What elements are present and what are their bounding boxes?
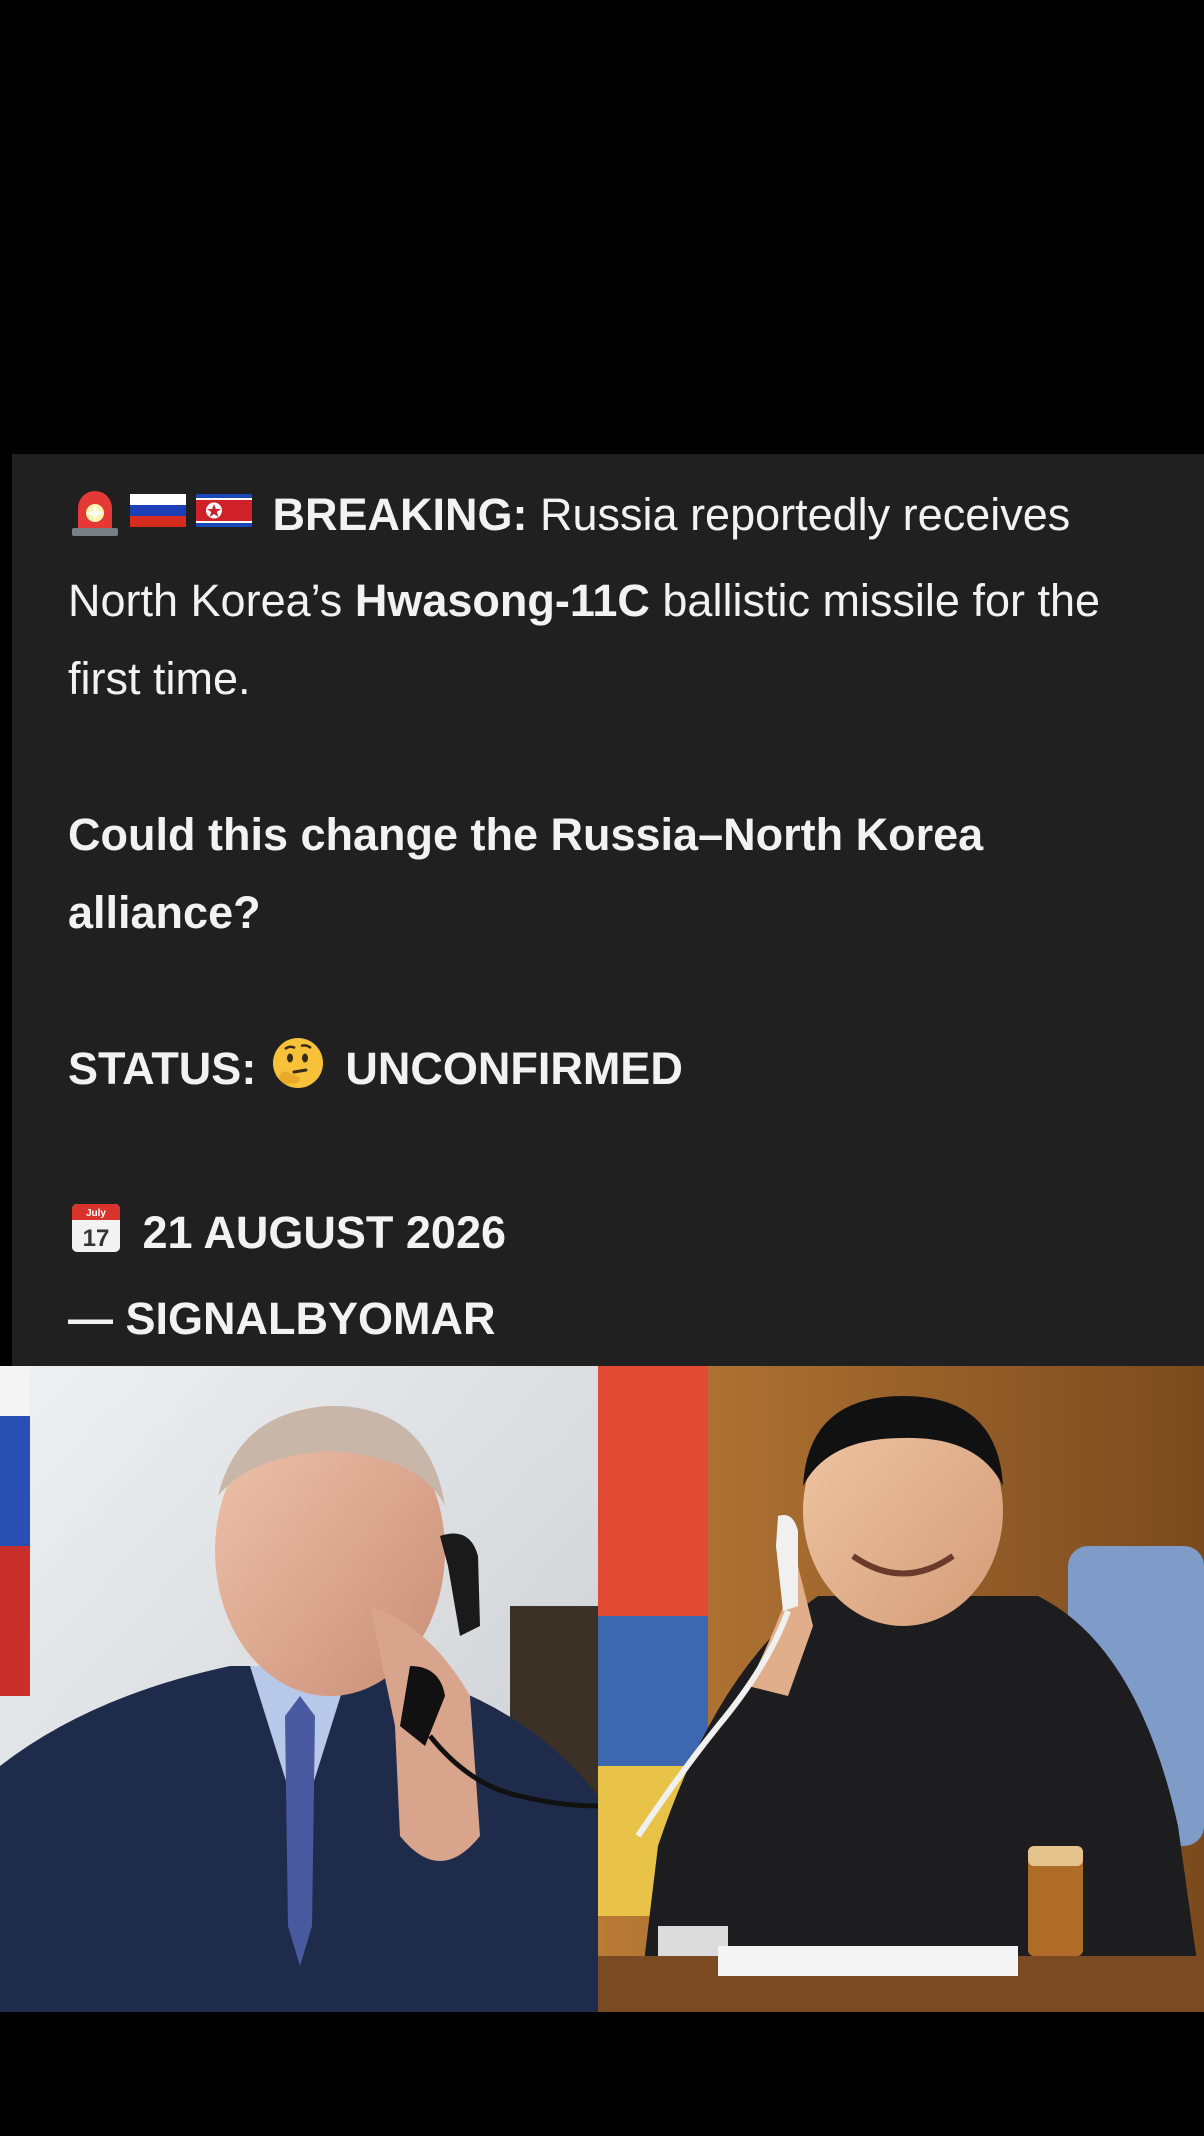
putin-on-phone-photo <box>0 1366 598 2012</box>
status-value: UNCONFIRMED <box>345 1043 683 1094</box>
question-text: Could this change the Russia–North Korea… <box>68 809 984 938</box>
post-body: BREAKING: Russia reportedly receives Nor… <box>68 476 1178 1358</box>
calendar-month: July <box>86 1208 106 1219</box>
photo-collage <box>0 1366 1204 2012</box>
siren-emoji <box>68 484 122 562</box>
breaking-label: BREAKING: <box>272 489 528 540</box>
calendar-day: 17 <box>83 1225 110 1252</box>
missile-name: Hwasong-11C <box>354 575 650 626</box>
status-label: STATUS: <box>68 1043 257 1094</box>
status-line: STATUS: UNCONFIRMED <box>68 1030 1178 1116</box>
thinking-face-emoji <box>269 1034 327 1116</box>
date-line: July 17 21 AUGUST 2026 <box>68 1194 1178 1280</box>
calendar-icon: July 17 <box>68 1200 124 1280</box>
signature: — SIGNALBYOMAR <box>68 1293 496 1344</box>
russia-flag-emoji <box>128 484 188 562</box>
post-date: 21 AUGUST 2026 <box>142 1207 507 1258</box>
headline: BREAKING: Russia reportedly receives Nor… <box>68 476 1178 718</box>
north-korea-flag-emoji <box>194 484 254 562</box>
screen: BREAKING: Russia reportedly receives Nor… <box>0 0 1204 2136</box>
post-card: BREAKING: Russia reportedly receives Nor… <box>12 454 1204 1366</box>
kim-on-phone-photo <box>598 1366 1204 2012</box>
